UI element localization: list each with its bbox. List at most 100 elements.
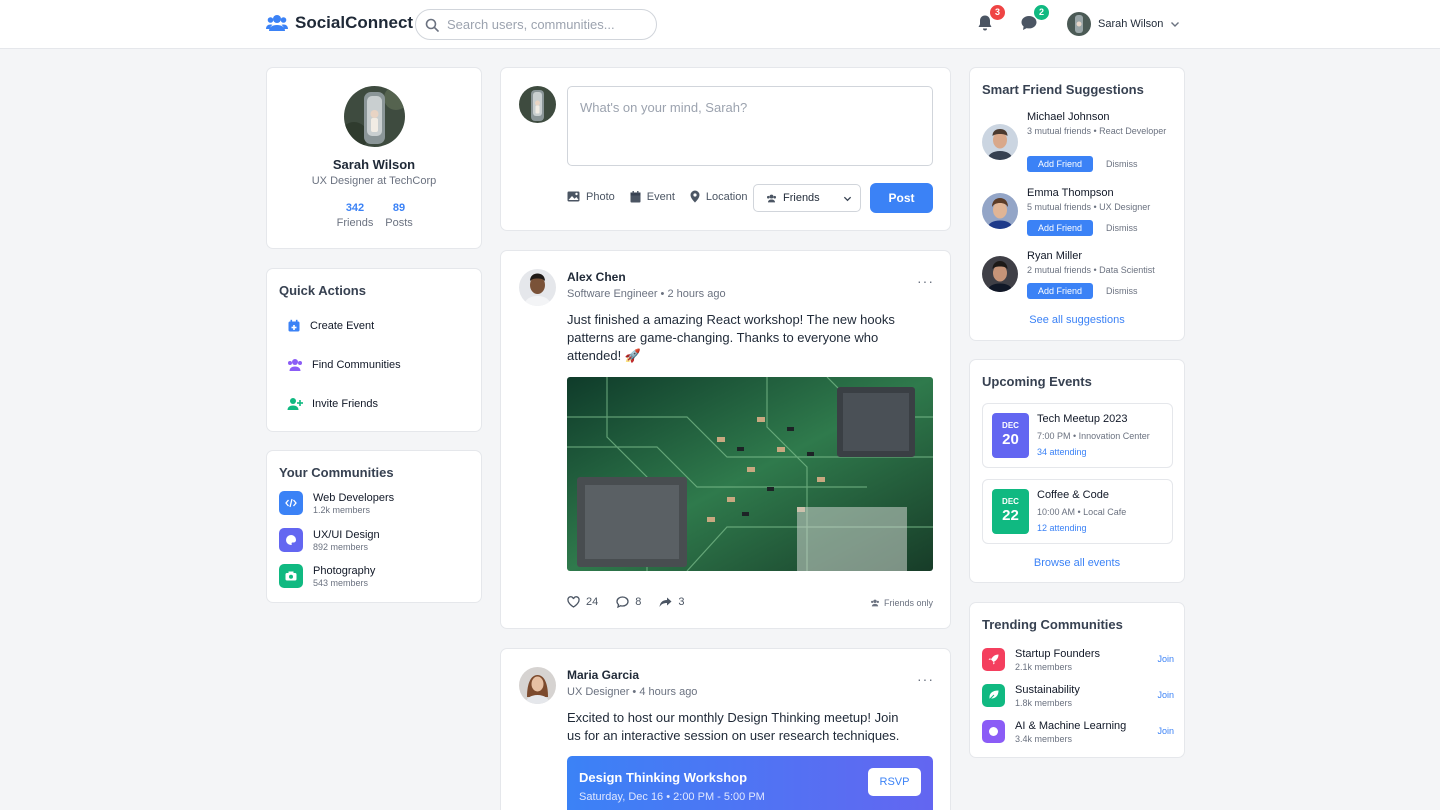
notifications-button[interactable]: 3 bbox=[976, 5, 1005, 34]
event-time: 10:00 AM • Local Cafe bbox=[1037, 507, 1127, 517]
chevron-down-icon bbox=[843, 196, 852, 201]
users-icon bbox=[870, 599, 879, 607]
event-date-badge: DEC 20 bbox=[992, 413, 1029, 458]
calendar-icon bbox=[630, 190, 641, 202]
event-month: DEC bbox=[1002, 497, 1019, 506]
post-author-name[interactable]: Maria Garcia bbox=[567, 668, 639, 682]
add-location-button[interactable]: Location bbox=[690, 190, 747, 203]
like-button[interactable]: 24 bbox=[567, 596, 598, 608]
trending-community-item: Startup Founders 2.1k members Join bbox=[982, 647, 1174, 673]
post-author-avatar[interactable] bbox=[519, 667, 556, 704]
community-item[interactable]: Web Developers 1.2k members bbox=[279, 491, 394, 515]
quick-actions-title: Quick Actions bbox=[279, 283, 366, 298]
add-photo-button[interactable]: Photo bbox=[567, 191, 615, 203]
suggestion-avatar[interactable] bbox=[982, 256, 1018, 292]
post-actions: 24 8 3 bbox=[567, 596, 685, 608]
community-members: 1.2k members bbox=[313, 504, 371, 515]
map-pin-icon bbox=[690, 190, 700, 203]
create-event-action[interactable]: Create Event bbox=[287, 319, 374, 333]
community-members: 892 members bbox=[313, 541, 369, 552]
posts-label: Posts bbox=[385, 217, 413, 229]
users-icon bbox=[767, 194, 776, 202]
share-icon bbox=[659, 597, 672, 607]
dismiss-button[interactable]: Dismiss bbox=[1106, 159, 1138, 169]
profile-avatar[interactable] bbox=[344, 86, 405, 147]
join-community-button[interactable]: Join bbox=[1157, 654, 1174, 664]
like-count: 24 bbox=[586, 596, 599, 608]
post-more-options-button[interactable]: ··· bbox=[917, 671, 934, 687]
dismiss-button[interactable]: Dismiss bbox=[1106, 286, 1138, 296]
search-icon bbox=[425, 18, 439, 32]
browse-all-events-link[interactable]: Browse all events bbox=[970, 557, 1184, 569]
comment-count: 8 bbox=[635, 596, 642, 608]
profile-job-title: UX Designer at TechCorp bbox=[311, 175, 437, 187]
post-visibility: Friends only bbox=[870, 598, 933, 608]
find-communities-action[interactable]: Find Communities bbox=[287, 358, 401, 372]
add-friend-button[interactable]: Add Friend bbox=[1027, 283, 1093, 299]
trending-community-name[interactable]: Startup Founders bbox=[1015, 648, 1100, 660]
event-title: Design Thinking Workshop bbox=[579, 770, 748, 785]
post-text-input[interactable]: What's on your mind, Sarah? bbox=[567, 86, 933, 166]
post-author-avatar[interactable] bbox=[519, 269, 556, 306]
suggestion-name[interactable]: Emma Thompson bbox=[1027, 187, 1114, 199]
community-item[interactable]: UX/UI Design 892 members bbox=[279, 528, 380, 552]
code-icon bbox=[279, 491, 303, 515]
trending-community-item: Sustainability 1.8k members Join bbox=[982, 683, 1174, 709]
user-menu[interactable]: Sarah Wilson bbox=[1067, 12, 1180, 36]
profile-card: Sarah Wilson UX Designer at TechCorp 342… bbox=[266, 67, 482, 249]
camera-icon bbox=[279, 564, 303, 588]
quick-actions-card: Quick Actions Create Event Find Communit… bbox=[266, 268, 482, 432]
comment-icon bbox=[616, 596, 629, 608]
post-time: 4 hours ago bbox=[639, 686, 698, 698]
post-author-name[interactable]: Alex Chen bbox=[567, 270, 626, 284]
audience-select[interactable]: Friends bbox=[753, 184, 861, 212]
community-name: Web Developers bbox=[313, 491, 395, 504]
community-item[interactable]: Photography 543 members bbox=[279, 564, 375, 588]
see-all-suggestions-link[interactable]: See all suggestions bbox=[970, 314, 1184, 326]
event-attending[interactable]: 12 attending bbox=[1037, 523, 1087, 533]
invite-friends-action[interactable]: Invite Friends bbox=[287, 397, 378, 411]
share-button[interactable]: 3 bbox=[659, 596, 685, 608]
leaf-icon bbox=[982, 684, 1005, 707]
app-logo[interactable]: SocialConnect bbox=[266, 13, 413, 33]
posts-stat[interactable]: 89 Posts bbox=[381, 202, 417, 229]
community-name: Photography bbox=[313, 564, 376, 577]
comment-button[interactable]: 8 bbox=[616, 596, 641, 608]
suggestion-avatar[interactable] bbox=[982, 124, 1018, 160]
find-communities-label: Find Communities bbox=[312, 359, 401, 371]
friend-suggestions-title: Smart Friend Suggestions bbox=[982, 82, 1144, 97]
dismiss-button[interactable]: Dismiss bbox=[1106, 223, 1138, 233]
messages-badge: 2 bbox=[1034, 5, 1049, 20]
join-community-button[interactable]: Join bbox=[1157, 690, 1174, 700]
suggestion-name[interactable]: Michael Johnson bbox=[1027, 111, 1110, 123]
event-attending[interactable]: 34 attending bbox=[1037, 447, 1087, 457]
chevron-down-icon bbox=[1171, 22, 1180, 27]
post-more-options-button[interactable]: ··· bbox=[917, 273, 934, 289]
post-image[interactable] bbox=[567, 377, 933, 571]
trending-community-name[interactable]: Sustainability bbox=[1015, 684, 1080, 696]
add-event-button[interactable]: Event bbox=[630, 190, 675, 203]
suggestion-avatar[interactable] bbox=[982, 193, 1018, 229]
friends-stat[interactable]: 342 Friends bbox=[333, 202, 377, 229]
event-attachment[interactable]: Design Thinking Workshop Saturday, Dec 1… bbox=[567, 756, 933, 810]
trending-community-name[interactable]: AI & Machine Learning bbox=[1015, 720, 1126, 732]
users-icon bbox=[288, 359, 302, 371]
rsvp-button[interactable]: RSVP bbox=[868, 768, 921, 796]
add-friend-button[interactable]: Add Friend bbox=[1027, 156, 1093, 172]
add-friend-button[interactable]: Add Friend bbox=[1027, 220, 1093, 236]
user-avatar bbox=[1067, 12, 1091, 36]
friends-count: 342 bbox=[345, 202, 365, 214]
post-button[interactable]: Post bbox=[870, 183, 933, 213]
search-bar[interactable] bbox=[415, 9, 657, 40]
your-communities-card: Your Communities Web Developers 1.2k mem… bbox=[266, 450, 482, 603]
users-logo-icon bbox=[266, 15, 288, 31]
join-community-button[interactable]: Join bbox=[1157, 726, 1174, 736]
search-input[interactable] bbox=[447, 17, 647, 32]
event-item[interactable]: DEC 22 Coffee & Code 10:00 AM • Local Ca… bbox=[982, 479, 1173, 544]
feed-post: Alex Chen Software Engineer • 2 hours ag… bbox=[500, 250, 951, 629]
post-meta: UX Designer • 4 hours ago bbox=[567, 686, 698, 698]
heart-icon bbox=[567, 596, 580, 608]
suggestion-name[interactable]: Ryan Miller bbox=[1027, 250, 1082, 262]
event-item[interactable]: DEC 20 Tech Meetup 2023 7:00 PM • Innova… bbox=[982, 403, 1173, 468]
messages-button[interactable]: 2 bbox=[1020, 5, 1049, 34]
